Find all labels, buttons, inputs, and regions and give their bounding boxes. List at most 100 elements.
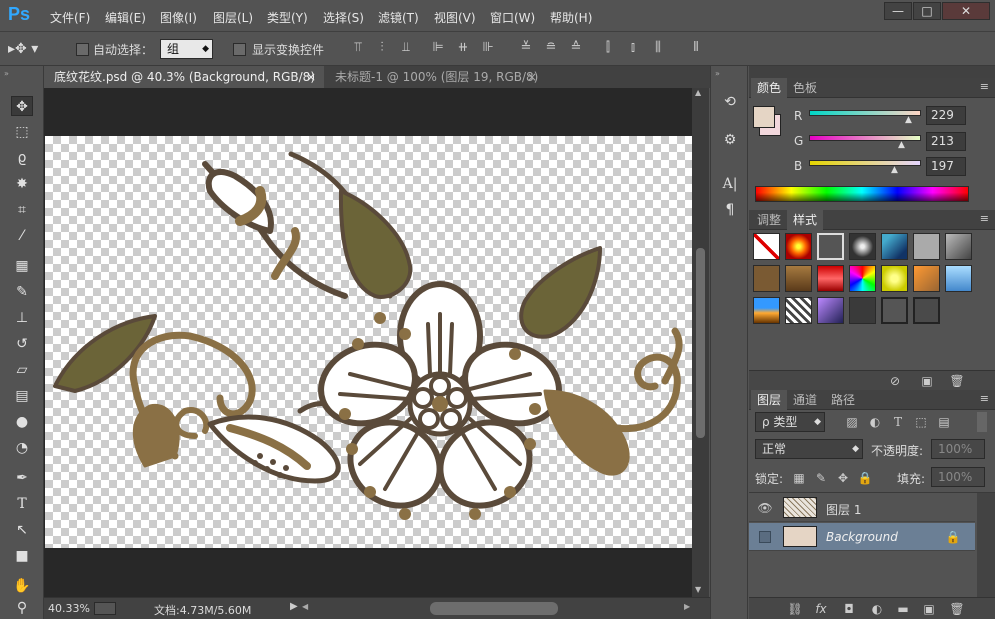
magic-wand-tool-icon[interactable]: ✸ xyxy=(11,174,33,194)
delete-style-icon[interactable]: 🗑 xyxy=(949,373,965,389)
style-swatch[interactable] xyxy=(785,265,812,292)
color-spectrum-bar[interactable] xyxy=(755,186,969,202)
filter-pixel-icon[interactable]: ▨ xyxy=(844,414,860,430)
marquee-tool-icon[interactable]: ⬚ xyxy=(11,122,33,142)
auto-align-icon[interactable]: ⫴ xyxy=(688,40,704,56)
b-slider[interactable] xyxy=(809,160,921,166)
layer-row[interactable]: 👁 图层 1 xyxy=(749,494,975,522)
layer-style-fx-icon[interactable]: fx xyxy=(813,601,829,617)
scroll-down-icon[interactable]: ▼ xyxy=(695,585,701,594)
menu-help[interactable]: 帮助(H) xyxy=(550,9,592,26)
status-menu-arrow-icon[interactable]: ▶ xyxy=(290,601,298,612)
lock-transparency-icon[interactable]: ▦ xyxy=(791,470,807,486)
style-swatch[interactable] xyxy=(753,297,780,324)
layer-name[interactable]: Background xyxy=(826,530,898,544)
style-swatch[interactable] xyxy=(817,265,844,292)
properties-panel-icon[interactable]: ⚙ xyxy=(720,130,740,150)
distribute-right-icon[interactable]: ⫼ xyxy=(650,40,666,56)
menu-window[interactable]: 窗口(W) xyxy=(490,9,535,26)
tab-styles[interactable]: 样式 xyxy=(787,210,824,230)
clone-stamp-tool-icon[interactable]: ⊥ xyxy=(11,308,33,328)
align-right-icon[interactable]: ⊪ xyxy=(480,40,496,56)
auto-select-dropdown[interactable]: 组 ◆ xyxy=(160,39,213,59)
style-swatch[interactable] xyxy=(945,265,972,292)
delete-layer-icon[interactable]: 🗑 xyxy=(949,601,965,617)
gradient-tool-icon[interactable]: ▤ xyxy=(11,386,33,406)
link-layers-icon[interactable]: ⛓ xyxy=(787,601,803,617)
layer-row-selected[interactable]: Background 🔒 xyxy=(749,523,975,551)
move-tool-preset-icon[interactable]: ▸✥ ▾ xyxy=(8,41,38,57)
canvas-vertical-scrollbar[interactable]: ▲ ▼ xyxy=(692,88,709,597)
align-vcenter-icon[interactable]: ⫶ xyxy=(374,40,390,56)
type-tool-icon[interactable]: T xyxy=(11,494,33,514)
layers-scrollbar[interactable] xyxy=(977,493,995,598)
style-swatch[interactable] xyxy=(881,265,908,292)
character-panel-icon[interactable]: A| xyxy=(720,174,740,194)
tab-channels[interactable]: 通道 xyxy=(787,390,823,410)
style-swatch[interactable] xyxy=(849,265,876,292)
panel-menu-icon[interactable]: ≡ xyxy=(980,80,989,93)
style-swatch[interactable] xyxy=(817,297,844,324)
collapse-arrows-icon[interactable]: » xyxy=(4,69,9,78)
menu-edit[interactable]: 编辑(E) xyxy=(105,9,146,26)
blur-tool-icon[interactable]: ● xyxy=(11,412,33,432)
clear-style-icon[interactable]: ⊘ xyxy=(887,373,903,389)
add-mask-icon[interactable]: ◘ xyxy=(841,601,857,617)
style-swatch[interactable] xyxy=(913,297,940,324)
panel-grip[interactable] xyxy=(749,66,995,78)
style-swatch[interactable] xyxy=(913,233,940,260)
distribute-left-icon[interactable]: ⫿ xyxy=(600,40,616,56)
b-slider-handle-icon[interactable]: ▲ xyxy=(891,165,898,175)
distribute-bottom-icon[interactable]: ≙ xyxy=(568,40,584,56)
visibility-toggle[interactable] xyxy=(759,531,771,543)
r-slider-handle-icon[interactable]: ▲ xyxy=(905,115,912,125)
filter-type-icon[interactable]: T xyxy=(890,414,906,430)
pen-tool-icon[interactable]: ✒ xyxy=(11,468,33,488)
new-style-icon[interactable]: ▣ xyxy=(919,373,935,389)
zoom-tool-icon[interactable]: ⚲ xyxy=(11,598,33,618)
proof-icon[interactable] xyxy=(94,602,116,615)
filter-adjustment-icon[interactable]: ◐ xyxy=(867,414,883,430)
dodge-tool-icon[interactable]: ◔ xyxy=(11,438,33,458)
tab-close-icon[interactable]: × xyxy=(527,66,537,88)
g-value[interactable]: 213 xyxy=(926,132,966,151)
history-brush-tool-icon[interactable]: ↺ xyxy=(11,334,33,354)
distribute-vcenter-icon[interactable]: ≘ xyxy=(543,40,559,56)
menu-filter[interactable]: 滤镜(T) xyxy=(378,9,419,26)
history-panel-icon[interactable]: ⟲ xyxy=(720,92,740,112)
style-swatch[interactable] xyxy=(881,297,908,324)
hand-tool-icon[interactable]: ✋ xyxy=(11,576,33,596)
new-adjustment-layer-icon[interactable]: ◐ xyxy=(869,601,885,617)
menu-file[interactable]: 文件(F) xyxy=(50,9,90,26)
tab-document-1[interactable]: 底纹花纹.psd @ 40.3% (Background, RGB/8) * × xyxy=(44,66,324,106)
zoom-level[interactable]: 40.33% xyxy=(48,602,90,615)
style-swatch[interactable] xyxy=(945,233,972,260)
strip-collapse-icon[interactable]: » xyxy=(715,69,720,78)
horizontal-scroll-thumb[interactable] xyxy=(430,602,558,615)
tab-swatches[interactable]: 色板 xyxy=(787,78,823,98)
tab-document-2[interactable]: 未标题-1 @ 100% (图层 19, RGB/8) * × xyxy=(325,66,545,106)
style-swatch[interactable] xyxy=(881,233,908,260)
style-swatch[interactable] xyxy=(849,233,876,260)
brush-tool-icon[interactable]: ✎ xyxy=(11,282,33,302)
tab-color[interactable]: 颜色 xyxy=(751,78,788,98)
lock-all-icon[interactable]: 🔒 xyxy=(857,470,873,486)
crop-tool-icon[interactable]: ⌗ xyxy=(11,200,33,220)
eraser-tool-icon[interactable]: ▱ xyxy=(11,360,33,380)
eye-icon[interactable]: 👁 xyxy=(757,500,773,516)
style-swatch[interactable] xyxy=(785,233,812,260)
style-swatch[interactable] xyxy=(849,297,876,324)
style-none-icon[interactable] xyxy=(753,233,780,260)
minimize-button[interactable]: — xyxy=(884,2,912,20)
path-selection-tool-icon[interactable]: ↖ xyxy=(11,520,33,540)
panel-menu-icon[interactable]: ≡ xyxy=(980,392,989,405)
r-value[interactable]: 229 xyxy=(926,106,966,125)
auto-select-checkbox[interactable] xyxy=(76,43,89,56)
tab-layers[interactable]: 图层 xyxy=(751,390,788,410)
canvas-area[interactable] xyxy=(44,88,692,597)
foreground-color-swatch[interactable] xyxy=(753,106,775,128)
scroll-left-icon[interactable]: ◀ xyxy=(302,602,308,611)
move-tool-icon[interactable]: ✥ xyxy=(11,96,33,116)
menu-select[interactable]: 选择(S) xyxy=(323,9,364,26)
tab-close-icon[interactable]: × xyxy=(306,66,316,88)
